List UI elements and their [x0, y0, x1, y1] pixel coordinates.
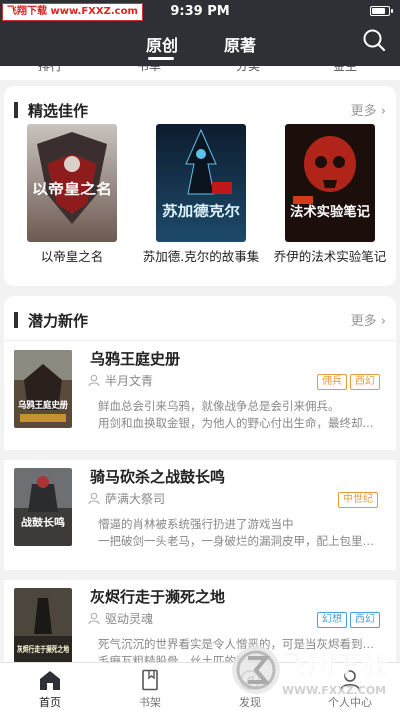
- featured-book-cover[interactable]: 以帝皇之名: [27, 124, 117, 242]
- row-divider: [4, 450, 396, 460]
- book-cover[interactable]: 战鼓长鸣: [14, 468, 72, 546]
- nav-label: 首页: [39, 696, 61, 709]
- category-row: 排行 书单 分类 金主: [0, 66, 400, 80]
- book-description: 懵逼的肖林被系统强行扔进了游戏当中: [98, 517, 294, 531]
- featured-book-title[interactable]: 以帝皇之名: [14, 246, 130, 265]
- battery-level: [372, 8, 385, 14]
- book-list-item[interactable]: 战鼓长鸣 骑马砍杀之战鼓长鸣 萨满大祭司 中世纪 懵逼的肖林被系统强行扔进了游戏…: [4, 460, 396, 568]
- section-marker: [14, 312, 18, 328]
- author-icon: [88, 492, 100, 504]
- new-works-header: 潜力新作 更多 ›: [14, 308, 386, 332]
- cover-text: 乌鸦王庭史册: [18, 399, 68, 411]
- featured-book-cover[interactable]: 苏加德克尔: [156, 124, 246, 242]
- more-link[interactable]: 更多 ›: [351, 100, 386, 119]
- cover-text: 灰烬行走于濒死之地: [17, 644, 69, 654]
- author-icon: [88, 612, 100, 624]
- cover-text: 法术实验笔记: [290, 204, 370, 220]
- status-time: 9:39 PM: [170, 4, 230, 19]
- section-marker: [14, 102, 18, 118]
- chevron-right-icon: ›: [380, 314, 386, 329]
- genre-tag: 幻想: [317, 612, 347, 628]
- new-works-section: 潜力新作 更多 › 乌鸦王庭史册 乌鸦王庭史册 半月文青 佣兵 西幻 鲜血总会引…: [4, 296, 396, 662]
- category-sponsor[interactable]: 金主: [333, 66, 357, 74]
- featured-header: 精选佳作 更多 ›: [14, 98, 386, 122]
- book-description: 鲜血总会引来乌鸦，就像战争总是会引来佣兵。: [98, 399, 340, 413]
- genre-tag: 佣兵: [317, 374, 347, 390]
- tab-original[interactable]: 原创: [146, 32, 178, 56]
- featured-book-cover[interactable]: 法术实验笔记: [285, 124, 375, 242]
- home-icon: [40, 671, 60, 690]
- featured-book-title[interactable]: 苏加德.克尔的故事集: [140, 246, 262, 265]
- cover-text: 战鼓长鸣: [21, 516, 65, 529]
- category-booklist[interactable]: 书单: [137, 66, 161, 74]
- genre-tag: 中世纪: [338, 492, 378, 508]
- book-description: 用剑和血换取金银，为他人的野心付出生命，最终却...: [98, 416, 374, 430]
- book-author: 萨满大祭司: [105, 492, 166, 506]
- book-list-item[interactable]: 乌鸦王庭史册 乌鸦王庭史册 半月文青 佣兵 西幻 鲜血总会引来乌鸦，就像战争总是…: [4, 342, 396, 448]
- book-title[interactable]: 灰烬行走于濒死之地: [90, 586, 225, 607]
- category-ranking[interactable]: 排行: [38, 66, 62, 74]
- genre-tag: 西幻: [350, 612, 380, 628]
- more-link[interactable]: 更多 ›: [351, 310, 386, 329]
- nav-bookshelf[interactable]: 书架: [100, 663, 200, 710]
- book-author: 半月文青: [105, 374, 154, 388]
- featured-section: 精选佳作 更多 › 以帝皇之名 以帝皇之名 苏加德克尔 苏加德.克尔的故事集 法…: [4, 86, 396, 286]
- book-description: 一把破剑一头老马，一身破烂的漏洞皮甲，配上包里的...: [98, 534, 384, 548]
- book-title[interactable]: 乌鸦王庭史册: [90, 348, 180, 369]
- section-title: 精选佳作: [28, 102, 89, 120]
- section-title: 潜力新作: [28, 312, 89, 330]
- row-divider: [4, 570, 396, 580]
- chevron-right-icon: ›: [380, 104, 386, 119]
- search-icon[interactable]: [362, 28, 386, 52]
- book-cover[interactable]: 灰烬行走于濒死之地: [14, 588, 72, 662]
- cover-text: 以帝皇之名: [32, 181, 112, 198]
- author-icon: [88, 374, 100, 386]
- category-classify[interactable]: 分类: [236, 66, 260, 74]
- nav-label: 书架: [139, 696, 161, 709]
- bookshelf-icon: [142, 669, 158, 691]
- tab-active-indicator: [148, 57, 174, 60]
- app-header: 飞翔下载 www.FXXZ.com 9:39 PM 原创 原著: [0, 0, 400, 66]
- divider: [4, 340, 396, 341]
- cover-text: 苏加德克尔: [162, 203, 240, 220]
- genre-tag: 西幻: [350, 374, 380, 390]
- watermark-logo: 飞翔下载 WWW.FXXZ.COM: [232, 646, 388, 697]
- book-cover[interactable]: 乌鸦王庭史册: [14, 350, 72, 428]
- book-title[interactable]: 骑马砍杀之战鼓长鸣: [90, 466, 225, 487]
- watermark-brand: 飞翔下载: [280, 651, 388, 681]
- battery-icon: [370, 6, 393, 16]
- featured-book-title[interactable]: 乔伊的法术实验笔记: [268, 246, 392, 265]
- book-author: 驱动灵魂: [105, 612, 154, 626]
- tab-adapted[interactable]: 原著: [224, 32, 256, 56]
- nav-home[interactable]: 首页: [0, 663, 100, 710]
- watermark-url: WWW.FXXZ.COM: [282, 684, 386, 697]
